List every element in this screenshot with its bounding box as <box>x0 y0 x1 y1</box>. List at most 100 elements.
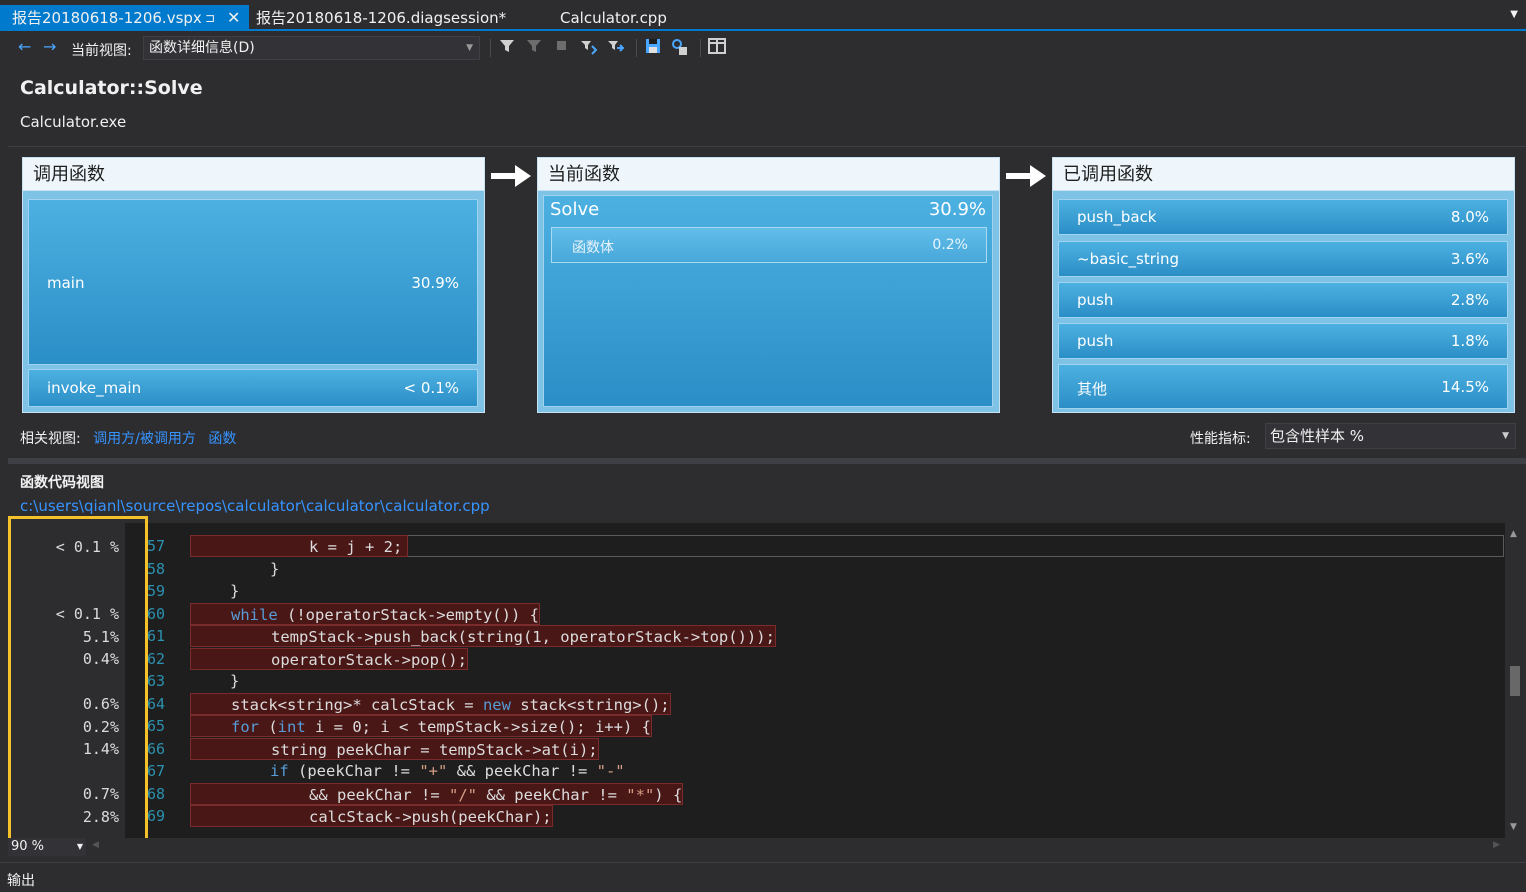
code-text: ) { <box>654 786 683 804</box>
filter-icon[interactable] <box>499 38 515 58</box>
callee-block-push-2[interactable]: push 1.8% <box>1058 323 1508 359</box>
code-text: (peekChar != <box>288 762 420 780</box>
percent-column-highlight <box>8 516 148 843</box>
tab-diagsession[interactable]: 报告20180618-1206.diagsession* <box>256 5 506 31</box>
document-tab-bar: 报告20180618-1206.vspx ⊐ ✕ 报告20180618-1206… <box>0 0 1526 31</box>
code-line-68: && peekChar != "/" && peekChar != "*") { <box>190 783 684 805</box>
line-number: 58 <box>147 560 166 578</box>
code-line-58: } <box>190 558 279 580</box>
line-number: 67 <box>147 762 166 780</box>
horizontal-scrollbar[interactable]: 90 % ▼ ◀ ▶ <box>8 838 1526 856</box>
show-hot-path-icon[interactable] <box>606 38 625 60</box>
toolbar: ← → 当前视图: 函数详细信息(D) ▼ <box>0 33 1526 63</box>
zoom-value: 90 % <box>11 839 45 854</box>
line-number: 62 <box>147 650 166 668</box>
tab-vspx-report[interactable]: 报告20180618-1206.vspx ⊐ ✕ <box>0 5 249 31</box>
code-string: "*" <box>626 786 655 804</box>
link-caller-callee[interactable]: 调用方/被调用方 <box>93 431 196 447</box>
code-keyword: int <box>277 718 306 736</box>
module-name: Calculator.exe <box>20 113 127 131</box>
callee-label: push <box>1077 332 1114 350</box>
line-number: 69 <box>147 807 166 825</box>
back-arrow-icon[interactable]: ← <box>18 38 31 56</box>
callee-block-push[interactable]: push 2.8% <box>1058 282 1508 318</box>
split-view-icon[interactable] <box>708 38 726 58</box>
panel-body: Solve 30.9% 函数体 0.2% <box>538 191 999 412</box>
related-views: 相关视图: 调用方/被调用方 函数 <box>20 428 236 448</box>
expand-hot-path-icon[interactable] <box>579 38 598 60</box>
chevron-down-icon: ▼ <box>1502 431 1509 441</box>
current-function-pct: 30.9% <box>928 199 986 220</box>
code-line-62: operatorStack->pop(); <box>190 648 468 670</box>
code-text: && peekChar != <box>476 786 627 804</box>
line-number: 66 <box>147 740 166 758</box>
metric-label: 性能指标: <box>1190 431 1251 447</box>
close-icon[interactable]: ✕ <box>227 5 240 31</box>
code-editor[interactable]: < 0.1 % < 0.1 % 5.1% 0.4% 0.6% 0.2% 1.4%… <box>8 523 1526 838</box>
current-view-label: 当前视图: <box>71 43 132 59</box>
output-label: 输出 <box>7 873 35 889</box>
line-number: 63 <box>147 672 166 690</box>
caller-block-invoke-main[interactable]: invoke_main < 0.1% <box>28 369 478 407</box>
code-text: stack<string>* calcStack = <box>231 696 483 714</box>
code-line-61: tempStack->push_back(string(1, operatorS… <box>190 625 776 647</box>
output-panel-tab[interactable]: 输出 <box>0 862 1526 892</box>
code-text: tempStack->push_back(string(1, operatorS… <box>271 628 775 646</box>
line-number: 68 <box>147 785 166 803</box>
scroll-down-icon[interactable]: ▼ <box>1510 822 1517 832</box>
caller-label: main <box>47 274 85 292</box>
function-body-block[interactable]: 函数体 0.2% <box>551 227 987 263</box>
export-icon[interactable] <box>671 38 689 60</box>
line-number: 65 <box>147 717 166 735</box>
caller-pct: 30.9% <box>411 274 459 292</box>
scroll-left-icon[interactable]: ◀ <box>92 840 99 850</box>
scrollbar-thumb[interactable] <box>1510 666 1520 696</box>
pin-icon[interactable]: ⊐ <box>205 5 215 31</box>
clear-filter-icon[interactable] <box>526 38 542 58</box>
callee-pct: 8.0% <box>1450 208 1489 226</box>
tab-overflow-dropdown-icon[interactable]: ▼ <box>1510 9 1518 20</box>
related-views-label: 相关视图: <box>20 431 81 447</box>
callee-block-push-back[interactable]: push_back 8.0% <box>1058 199 1508 235</box>
toolbar-separator <box>490 39 491 57</box>
line-number: 60 <box>147 605 166 623</box>
code-text: } <box>230 672 240 690</box>
divider <box>8 146 1526 147</box>
code-line-60: while (!operatorStack->empty()) { <box>190 603 540 625</box>
vertical-scrollbar[interactable]: ▲ ▼ <box>1505 523 1526 838</box>
metric-select[interactable]: 包含性样本 % ▼ <box>1265 423 1516 449</box>
link-functions[interactable]: 函数 <box>208 431 236 447</box>
code-text: ( <box>259 718 278 736</box>
code-line-67: if (peekChar != "+" && peekChar != "-" <box>190 760 625 782</box>
save-icon[interactable] <box>645 38 661 58</box>
callee-pct: 1.8% <box>1450 332 1489 350</box>
code-text: } <box>270 560 280 578</box>
caller-block-main[interactable]: main 30.9% <box>28 199 478 365</box>
callee-block-basic-string[interactable]: ~basic_string 3.6% <box>1058 241 1508 277</box>
current-view-select[interactable]: 函数详细信息(D) ▼ <box>143 36 480 60</box>
chevron-down-icon: ▼ <box>76 842 83 851</box>
code-string: "/" <box>448 786 477 804</box>
pane-splitter[interactable] <box>8 458 1526 464</box>
code-keyword: if <box>270 762 289 780</box>
code-text: string peekChar = tempStack->at(i); <box>271 741 598 759</box>
panel-title: 调用函数 <box>23 158 484 191</box>
code-keyword: for <box>231 718 259 736</box>
function-body-pct: 0.2% <box>932 237 968 253</box>
source-file-link[interactable]: c:\users\qianl\source\repos\calculator\c… <box>20 497 490 515</box>
line-number: 64 <box>147 695 166 713</box>
callee-block-other[interactable]: 其他 14.5% <box>1058 364 1508 409</box>
callee-pct: 14.5% <box>1441 378 1489 396</box>
zoom-select[interactable]: 90 % ▼ <box>8 838 86 856</box>
code-text: operatorStack->pop(); <box>271 651 467 669</box>
code-text: } <box>230 582 240 600</box>
forward-arrow-icon[interactable]: → <box>43 38 56 56</box>
tab-calculator-cpp[interactable]: Calculator.cpp <box>560 5 667 31</box>
stop-icon[interactable] <box>555 38 569 56</box>
scroll-right-icon[interactable]: ▶ <box>1493 840 1500 850</box>
toolbar-separator <box>700 39 701 57</box>
scroll-up-icon[interactable]: ▲ <box>1510 529 1517 539</box>
panel-title: 已调用函数 <box>1053 158 1514 191</box>
current-function-block[interactable]: Solve 30.9% 函数体 0.2% <box>543 195 993 407</box>
arrow-right-icon <box>1006 165 1046 187</box>
